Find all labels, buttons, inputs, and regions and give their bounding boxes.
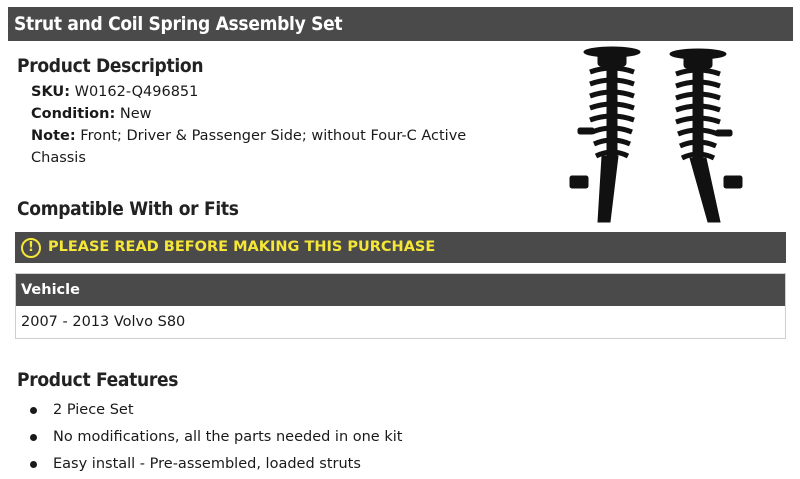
note-label: Note: <box>31 128 76 144</box>
product-features-heading: Product Features <box>17 369 179 391</box>
purchase-alert-banner: ! PLEASE READ BEFORE MAKING THIS PURCHAS… <box>15 232 786 263</box>
exclamation-circle-icon: ! <box>21 237 41 258</box>
page-title-bar: Strut and Coil Spring Assembly Set <box>8 7 793 41</box>
condition-row: Condition: New <box>31 103 501 125</box>
list-item: Easy install - Pre-assembled, loaded str… <box>30 452 402 479</box>
list-item: 2 Piece Set <box>30 398 402 425</box>
page-title: Strut and Coil Spring Assembly Set <box>14 13 343 35</box>
list-item: No modifications, all the parts needed i… <box>30 425 402 452</box>
product-description: SKU: W0162-Q496851 Condition: New Note: … <box>31 81 501 169</box>
note-row: Note: Front; Driver & Passenger Side; wi… <box>31 125 501 169</box>
condition-label: Condition: <box>31 106 116 122</box>
vehicle-table: Vehicle 2007 - 2013 Volvo S80 <box>15 273 786 339</box>
sku-label: SKU: <box>31 84 70 100</box>
condition-value: New <box>119 106 152 122</box>
alert-text: PLEASE READ BEFORE MAKING THIS PURCHASE <box>48 239 436 255</box>
product-image <box>569 46 743 223</box>
compatibility-heading: Compatible With or Fits <box>17 198 239 220</box>
product-description-heading: Product Description <box>17 55 204 77</box>
vehicle-column-header: Vehicle <box>16 274 785 306</box>
sku-row: SKU: W0162-Q496851 <box>31 81 501 103</box>
sku-value: W0162-Q496851 <box>74 84 199 100</box>
note-value: Front; Driver & Passenger Side; without … <box>31 128 467 166</box>
table-row: 2007 - 2013 Volvo S80 <box>16 306 785 338</box>
